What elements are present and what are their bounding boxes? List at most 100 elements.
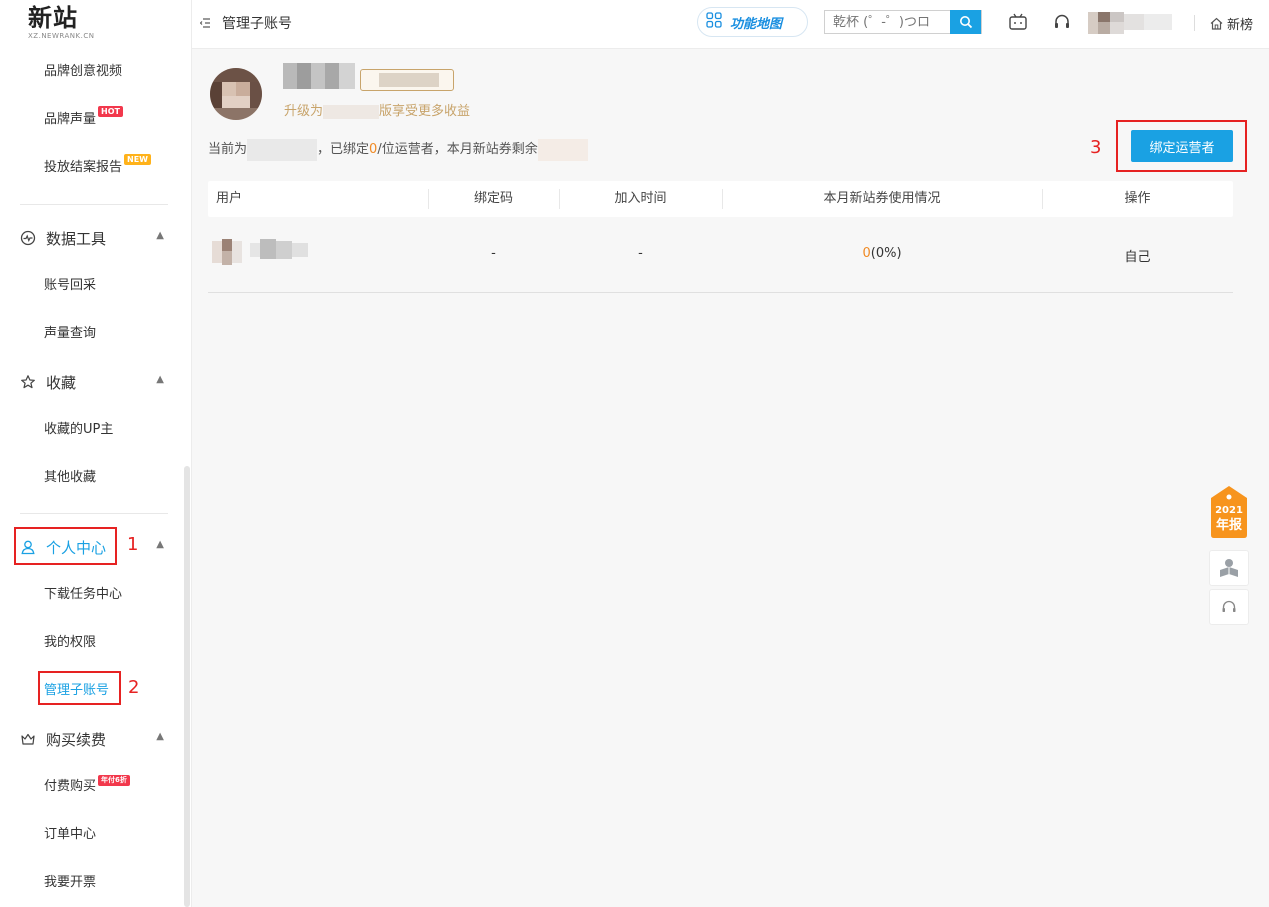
column-header-coupon-usage: 本月新站券使用情况 [823, 191, 941, 206]
logo[interactable]: 新站 XZ.NEWRANK.CN [28, 4, 94, 41]
sidebar-item-brand-volume[interactable]: 品牌声量HOT [44, 106, 123, 130]
sidebar-divider [20, 204, 168, 205]
sidebar-item-campaign-report[interactable]: 投放结案报告NEW [44, 154, 151, 178]
upgrade-text-prefix: 升级为 [284, 104, 324, 119]
sidebar-item-invoice[interactable]: 我要开票 [44, 873, 96, 893]
menu-collapse-icon[interactable] [199, 16, 210, 30]
status-prefix: 当前为 [208, 142, 248, 157]
user-menu[interactable] [1088, 8, 1173, 38]
annotation-box-bind-operator [1116, 120, 1247, 172]
grid-icon [706, 12, 722, 32]
reading-user-icon [1218, 558, 1240, 578]
upgrade-prompt[interactable]: 升级为 版享受更多收益 [284, 100, 470, 119]
sidebar-item-label: 我要开票 [44, 875, 97, 890]
logo-subtitle: XZ.NEWRANK.CN [28, 32, 95, 40]
usage-count: 0 [862, 246, 871, 261]
plan-blur [247, 138, 318, 161]
sidebar-item-label: 付费购买 [44, 779, 97, 794]
sidebar-item-brand-creative-video[interactable]: 品牌创意视频 [44, 62, 122, 82]
binding-status: 当前为 ，已绑定0/位运营者，本月新站券剩余 [208, 138, 588, 161]
sidebar-group-data-tools[interactable]: 数据工具 ▲ [20, 226, 170, 250]
row-bind-code: - [491, 246, 496, 261]
logo-text: 新站 [28, 4, 78, 32]
sidebar-item-paid-purchase[interactable]: 付费购买 年付6折 [44, 775, 130, 797]
sidebar-item-label: 声量查询 [44, 326, 97, 341]
sidebar-item-account-recall[interactable]: 账号回采 [44, 276, 96, 296]
row-action: 自己 [1124, 250, 1151, 265]
column-header-join-time: 加入时间 [614, 191, 667, 206]
chevron-up-icon[interactable]: ▲ [156, 731, 164, 742]
home-label: 新榜 [1227, 18, 1254, 33]
column-header-actions: 操作 [1124, 191, 1151, 206]
sidebar-item-my-permissions[interactable]: 我的权限 [44, 633, 96, 653]
sidebar-divider [20, 513, 168, 514]
column-header-bind-code: 绑定码 [473, 191, 513, 206]
column-header-user: 用户 [216, 191, 243, 206]
page-title: 管理子账号 [222, 16, 292, 32]
top-bar: 管理子账号 功能地图 新榜 [192, 0, 1269, 49]
new-badge: NEW [124, 154, 151, 165]
status-mid-1: ，已绑定 [317, 142, 370, 157]
chevron-up-icon[interactable]: ▲ [156, 230, 164, 241]
sidebar-item-label: 品牌声量 [44, 112, 97, 127]
annual-report-2021-badge[interactable]: 2021 年报 [1209, 485, 1249, 539]
chevron-up-icon[interactable]: ▲ [156, 539, 164, 550]
avatar [210, 68, 262, 120]
customer-service-button[interactable] [1209, 589, 1249, 625]
table-header: 用户 绑定码 加入时间 本月新站券使用情况 操作 [208, 181, 1233, 217]
sidebar-group-label: 收藏 [46, 373, 77, 392]
row-coupon-usage: 0(0%) [722, 246, 1042, 261]
report-year: 2021 [1215, 505, 1243, 516]
row-join-time: - [638, 246, 643, 261]
sidebar: 新站 XZ.NEWRANK.CN 品牌创意视频 品牌声量HOT 投放结案报告NE… [0, 0, 192, 907]
tv-icon[interactable] [1008, 12, 1028, 32]
sidebar-item-label: 下载任务中心 [44, 587, 123, 602]
plan-name-blur [323, 104, 380, 119]
membership-badge[interactable] [360, 69, 454, 91]
sidebar-item-order-center[interactable]: 订单中心 [44, 825, 96, 845]
upgrade-text-suffix: 版享受更多收益 [379, 104, 471, 119]
chevron-up-icon[interactable]: ▲ [156, 374, 164, 385]
reading-user-button[interactable] [1209, 550, 1249, 586]
search-input[interactable] [825, 11, 950, 33]
sidebar-item-label: 投放结案报告 [44, 160, 123, 175]
annotation-step-2: 2 [128, 677, 140, 698]
feature-map-button[interactable]: 功能地图 [697, 7, 808, 37]
sidebar-item-label: 我的权限 [44, 635, 97, 650]
headset-icon [1221, 599, 1237, 615]
annotation-step-1: 1 [127, 534, 139, 555]
annotation-box-personal-center [14, 527, 117, 565]
sidebar-item-label: 订单中心 [44, 827, 97, 842]
annotation-step-3: 3 [1090, 137, 1102, 158]
newrank-home-link[interactable]: 新榜 [1210, 14, 1253, 33]
sidebar-item-label: 账号回采 [44, 278, 97, 293]
sidebar-group-purchase-renew[interactable]: 购买续费 ▲ [20, 727, 170, 751]
hot-badge: HOT [98, 106, 123, 117]
sidebar-item-volume-query[interactable]: 声量查询 [44, 324, 96, 344]
discount-badge: 年付6折 [98, 775, 130, 786]
sidebar-item-label: 收藏的UP主 [44, 422, 114, 437]
report-label: 年报 [1215, 518, 1242, 533]
feature-map-label: 功能地图 [730, 16, 783, 32]
headset-icon[interactable] [1052, 12, 1072, 32]
row-user-avatar [212, 237, 242, 267]
sidebar-item-label: 其他收藏 [44, 470, 97, 485]
search-button[interactable] [950, 10, 981, 34]
search-icon [959, 16, 972, 29]
home-icon [1210, 17, 1223, 30]
sidebar-group-favorites[interactable]: 收藏 ▲ [20, 370, 170, 394]
sidebar-item-favorite-up[interactable]: 收藏的UP主 [44, 420, 113, 440]
sidebar-group-label: 购买续费 [46, 730, 107, 749]
star-icon [20, 374, 36, 390]
sidebar-item-download-tasks[interactable]: 下载任务中心 [44, 585, 122, 605]
sidebar-item-other-favorites[interactable]: 其他收藏 [44, 468, 96, 488]
sidebar-item-label: 品牌创意视频 [44, 64, 123, 79]
crown-icon [20, 731, 36, 747]
table-row-divider [208, 292, 1233, 293]
sidebar-scrollbar[interactable] [184, 466, 190, 907]
row-user-name-blur [250, 239, 308, 263]
sidebar-group-label: 数据工具 [46, 229, 107, 248]
activity-icon [20, 230, 36, 246]
usage-percent: (0%) [870, 246, 902, 261]
coupon-remaining-blur [537, 138, 588, 161]
